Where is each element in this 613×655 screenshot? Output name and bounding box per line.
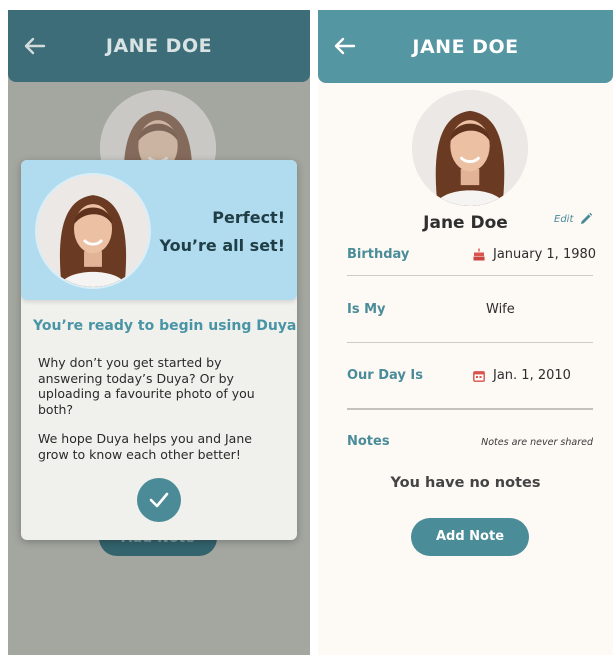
- header-title: JANE DOE: [412, 35, 519, 58]
- pencil-icon: [581, 212, 593, 224]
- dialog-paragraph: We hope Duya helps you and Jane grow to …: [38, 431, 252, 462]
- notes-label: Notes: [347, 434, 390, 449]
- edit-label: Edit: [554, 213, 574, 225]
- divider: [347, 275, 593, 276]
- calendar-icon: [473, 370, 485, 382]
- dialog-body: Why don’t you get started by answering t…: [38, 355, 285, 476]
- divider: [347, 408, 593, 410]
- header-title: JANE DOE: [105, 35, 213, 57]
- avatar[interactable]: [412, 90, 528, 206]
- portrait-image: [412, 90, 528, 206]
- birthday-text: January 1, 1980: [493, 247, 597, 262]
- app-header: JANE DOE: [8, 10, 310, 82]
- birthday-value: January 1, 1980: [473, 247, 596, 262]
- app-header: JANE DOE: [318, 10, 613, 83]
- confirm-button[interactable]: [137, 478, 181, 522]
- dialog-banner: Perfect! You’re all set!: [21, 160, 297, 300]
- dialog-heading: You’re ready to begin using Duya: [33, 318, 297, 334]
- birthday-label: Birthday: [347, 247, 410, 262]
- portrait-image: [37, 175, 149, 287]
- success-message: Perfect! You’re all set!: [159, 204, 285, 260]
- success-line-2: You’re all set!: [159, 236, 285, 255]
- anniversary-text: Jan. 1, 2010: [493, 368, 571, 383]
- success-dialog: Perfect! You’re all set! You’re ready to…: [21, 160, 297, 540]
- arrow-left-icon[interactable]: [332, 36, 356, 56]
- relationship-label: Is My: [347, 302, 386, 317]
- add-note-button[interactable]: Add Note: [411, 518, 529, 556]
- anniversary-label: Our Day Is: [347, 368, 423, 383]
- arrow-left-icon[interactable]: [22, 36, 46, 56]
- notes-privacy-note: Notes are never shared: [481, 437, 593, 448]
- success-line-1: Perfect!: [212, 208, 285, 227]
- edit-profile-button[interactable]: Edit: [554, 212, 593, 226]
- check-icon: [149, 492, 169, 508]
- dialog-paragraph: Why don’t you get started by answering t…: [38, 355, 255, 417]
- profile-screen: JANE DOE Jane Doe Edit Birthday January …: [318, 10, 613, 655]
- relationship-value: Wife: [486, 302, 515, 317]
- avatar: [35, 173, 151, 289]
- divider: [347, 342, 593, 343]
- empty-notes-text: You have no notes: [390, 475, 541, 491]
- onboarding-screen: JANE DOE Add Note: [8, 10, 310, 655]
- anniversary-value: Jan. 1, 2010: [473, 368, 571, 383]
- cake-icon: [473, 248, 485, 261]
